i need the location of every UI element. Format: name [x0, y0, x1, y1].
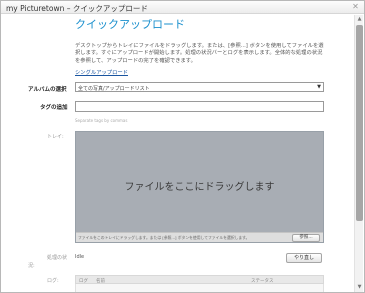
log-table-header: ログ 名前 ステータス — [75, 275, 324, 284]
scroll-down-arrow-icon[interactable]: ▼ — [356, 284, 363, 291]
quick-upload-dialog: my Picturetown – クイックアップロード ✕ クイックアップロード… — [0, 0, 365, 293]
close-icon[interactable]: ✕ — [351, 2, 360, 11]
tags-hint: Separate tags by commas — [75, 118, 128, 123]
retry-button[interactable]: やり直し — [286, 253, 322, 263]
status-label-suffix: 況: — [28, 263, 35, 269]
scroll-up-arrow-icon[interactable]: ▲ — [356, 16, 363, 23]
dropdown-arrow-icon[interactable]: ▼ — [316, 84, 322, 90]
page-heading: クイックアップロード — [75, 18, 185, 31]
title-bar: my Picturetown – クイックアップロード ✕ — [1, 1, 364, 14]
instructions-text: デスクトップからトレイにファイルをドラッグします。または、[参照...] ボタン… — [75, 43, 324, 64]
status-value: Idle — [75, 254, 85, 260]
upload-tray-dropzone[interactable]: ファイルをここにドラッグします ファイルをこのトレイにドラッグします。または [… — [75, 131, 324, 243]
tray-label: トレイ: — [47, 134, 64, 140]
tags-label: タグの追加 — [40, 105, 68, 111]
log-table-body — [75, 284, 324, 292]
album-select-label: アルバムの選択 — [28, 87, 67, 93]
status-label: 処理の状 — [47, 255, 68, 261]
drop-here-text: ファイルをここにドラッグします — [124, 182, 275, 193]
log-label: ログ: — [47, 278, 59, 284]
tags-input[interactable] — [75, 101, 324, 112]
browse-button[interactable]: 参照... — [292, 234, 320, 242]
log-column-name: 名前 — [96, 278, 105, 284]
vertical-scrollbar[interactable]: ▲ ▼ — [354, 15, 363, 292]
log-column-log: ログ — [79, 278, 88, 284]
album-select[interactable]: 全ての写真/アップロードリスト ▼ — [75, 82, 324, 92]
tray-footer-note: ファイルをこのトレイにドラッグします。または [参照...] ボタンを使用してフ… — [78, 235, 250, 240]
tray-footer: ファイルをこのトレイにドラッグします。または [参照...] ボタンを使用してフ… — [76, 232, 323, 242]
window-title: my Picturetown – クイックアップロード — [6, 4, 148, 13]
single-upload-link[interactable]: シングルアップロード — [75, 68, 128, 76]
album-select-value: 全ての写真/アップロードリスト — [78, 85, 150, 92]
log-column-status: ステータス — [251, 278, 274, 284]
scrollbar-thumb[interactable] — [356, 25, 363, 221]
